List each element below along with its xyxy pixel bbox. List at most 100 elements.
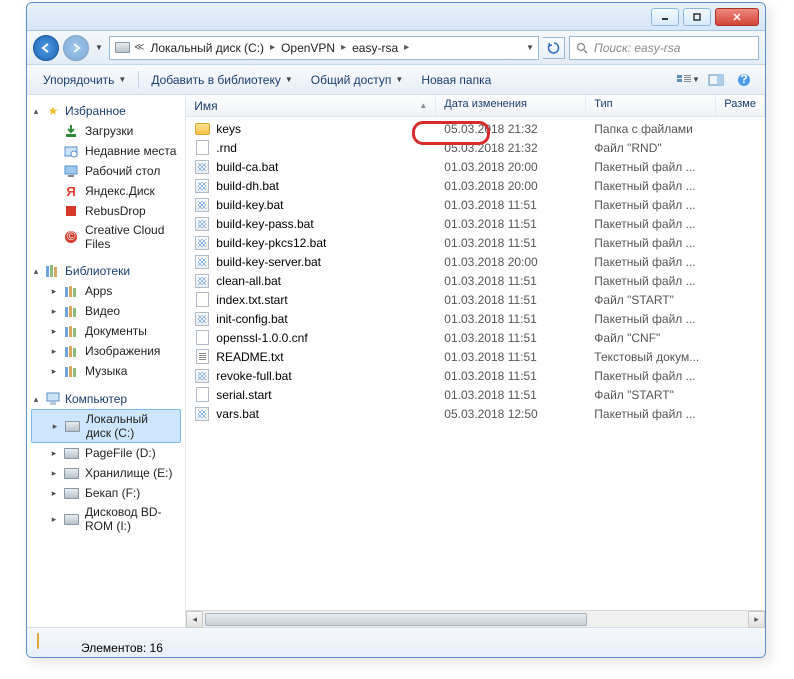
sidebar-favorites-header[interactable]: ▴★Избранное xyxy=(27,101,185,121)
file-type: Пакетный файл ... xyxy=(586,160,716,174)
file-row[interactable]: vars.bat05.03.2018 12:50Пакетный файл ..… xyxy=(186,404,765,423)
sidebar-item[interactable]: ▸Документы xyxy=(27,321,185,341)
sidebar-item[interactable]: ▸Дисковод BD-ROM (I:) xyxy=(27,503,185,535)
sidebar-item-label: Рабочий стол xyxy=(85,164,160,178)
sidebar-item-label: Недавние места xyxy=(85,144,176,158)
file-name: .rnd xyxy=(216,141,237,155)
preview-pane-button[interactable] xyxy=(703,69,729,91)
sidebar-item[interactable]: ▸Хранилище (E:) xyxy=(27,463,185,483)
new-folder-button[interactable]: Новая папка xyxy=(413,70,499,90)
sidebar-item[interactable]: ▸Музыка xyxy=(27,361,185,381)
add-to-library-button[interactable]: Добавить в библиотеку ▼ xyxy=(143,70,300,90)
file-name: README.txt xyxy=(216,350,283,364)
file-row[interactable]: revoke-full.bat01.03.2018 11:51Пакетный … xyxy=(186,366,765,385)
view-options-button[interactable]: ▼ xyxy=(675,69,701,91)
minimize-button[interactable] xyxy=(651,8,679,26)
chevron-right-icon[interactable]: ▸ xyxy=(341,42,346,53)
file-list[interactable]: keys05.03.2018 21:32Папка с файлами.rnd0… xyxy=(186,117,765,610)
file-type: Пакетный файл ... xyxy=(586,407,716,421)
sidebar-item[interactable]: ▸Изображения xyxy=(27,341,185,361)
sidebar-libraries-header[interactable]: ▴Библиотеки xyxy=(27,261,185,281)
file-row[interactable]: build-key.bat01.03.2018 11:51Пакетный фа… xyxy=(186,195,765,214)
sidebar-item[interactable]: ЯЯндекс.Диск xyxy=(27,181,185,201)
breadcrumb-openvpn[interactable]: OpenVPN xyxy=(279,41,337,55)
file-row[interactable]: keys05.03.2018 21:32Папка с файлами xyxy=(186,119,765,138)
search-input[interactable]: Поиск: easy-rsa xyxy=(569,36,759,60)
file-row[interactable]: index.txt.start01.03.2018 11:51Файл "STA… xyxy=(186,290,765,309)
column-size[interactable]: Разме xyxy=(716,95,765,116)
file-type-icon xyxy=(194,387,210,403)
forward-button[interactable] xyxy=(63,35,89,61)
file-row[interactable]: serial.start01.03.2018 11:51Файл "START" xyxy=(186,385,765,404)
back-button[interactable] xyxy=(33,35,59,61)
sidebar-item[interactable]: RebusDrop xyxy=(27,201,185,221)
file-date: 01.03.2018 20:00 xyxy=(436,160,586,174)
sidebar-item[interactable]: ▸PageFile (D:) xyxy=(27,443,185,463)
sidebar-item[interactable]: © Creative Cloud Files xyxy=(27,221,185,253)
sidebar-item[interactable]: Загрузки xyxy=(27,121,185,141)
organize-button[interactable]: Упорядочить ▼ xyxy=(35,70,134,90)
file-name: build-key-pass.bat xyxy=(216,217,313,231)
file-name: keys xyxy=(216,122,241,136)
status-bar: Элементов: 16 xyxy=(27,627,765,658)
recent-icon xyxy=(63,143,79,159)
file-type-icon xyxy=(194,197,210,213)
chevron-right-icon[interactable]: ≪ xyxy=(134,42,144,53)
sidebar-item-label: Локальный диск (C:) xyxy=(86,412,172,440)
chevron-right-icon[interactable]: ▸ xyxy=(270,42,275,53)
sidebar-item[interactable]: ▸Видео xyxy=(27,301,185,321)
close-button[interactable] xyxy=(715,8,759,26)
file-row[interactable]: build-ca.bat01.03.2018 20:00Пакетный фай… xyxy=(186,157,765,176)
file-row[interactable]: build-dh.bat01.03.2018 20:00Пакетный фай… xyxy=(186,176,765,195)
column-name[interactable]: Имя▲ xyxy=(186,95,436,116)
file-date: 01.03.2018 11:51 xyxy=(436,217,586,231)
help-button[interactable]: ? xyxy=(731,69,757,91)
file-row[interactable]: build-key-server.bat01.03.2018 20:00Паке… xyxy=(186,252,765,271)
address-dropdown-icon[interactable]: ▼ xyxy=(526,43,534,52)
drive-icon xyxy=(63,465,79,481)
sidebar-item-label: Изображения xyxy=(85,344,160,358)
maximize-button[interactable] xyxy=(683,8,711,26)
drive-icon xyxy=(63,445,79,461)
svg-text:?: ? xyxy=(740,73,747,86)
file-row[interactable]: build-key-pass.bat01.03.2018 11:51Пакетн… xyxy=(186,214,765,233)
file-name: index.txt.start xyxy=(216,293,287,307)
file-type: Текстовый докум... xyxy=(586,350,716,364)
cc-icon: © xyxy=(63,229,79,245)
refresh-button[interactable] xyxy=(543,37,565,59)
file-row[interactable]: clean-all.bat01.03.2018 11:51Пакетный фа… xyxy=(186,271,765,290)
sidebar-item[interactable]: Рабочий стол xyxy=(27,161,185,181)
file-row[interactable]: openssl-1.0.0.cnf01.03.2018 11:51Файл "C… xyxy=(186,328,765,347)
file-type-icon xyxy=(194,349,210,365)
nav-history-dropdown[interactable]: ▼ xyxy=(93,37,105,59)
scroll-thumb[interactable] xyxy=(205,613,586,626)
scroll-right-button[interactable]: ▸ xyxy=(748,611,765,628)
file-row[interactable]: .rnd05.03.2018 21:32Файл "RND" xyxy=(186,138,765,157)
sidebar-item[interactable]: Недавние места xyxy=(27,141,185,161)
address-bar[interactable]: ≪ Локальный диск (C:) ▸ OpenVPN ▸ easy-r… xyxy=(109,36,539,60)
file-type: Пакетный файл ... xyxy=(586,274,716,288)
share-button[interactable]: Общий доступ ▼ xyxy=(303,70,412,90)
file-row[interactable]: build-key-pkcs12.bat01.03.2018 11:51Паке… xyxy=(186,233,765,252)
file-row[interactable]: init-config.bat01.03.2018 11:51Пакетный … xyxy=(186,309,765,328)
breadcrumb-easyrsa[interactable]: easy-rsa xyxy=(350,41,400,55)
file-date: 01.03.2018 11:51 xyxy=(436,312,586,326)
sidebar-computer-header[interactable]: ▴Компьютер xyxy=(27,389,185,409)
sidebar-item[interactable]: ▸Бекап (F:) xyxy=(27,483,185,503)
sidebar-item-label: Creative Cloud Files xyxy=(85,223,177,251)
column-date[interactable]: Дата изменения xyxy=(436,95,586,116)
breadcrumb-c[interactable]: Локальный диск (C:) xyxy=(148,41,266,55)
library-item-icon xyxy=(63,323,79,339)
desktop-icon xyxy=(63,163,79,179)
file-name: clean-all.bat xyxy=(216,274,281,288)
horizontal-scrollbar[interactable]: ◂ ▸ xyxy=(186,610,765,627)
sidebar-item-label: Яндекс.Диск xyxy=(85,184,155,198)
file-row[interactable]: README.txt01.03.2018 11:51Текстовый доку… xyxy=(186,347,765,366)
chevron-right-icon[interactable]: ▸ xyxy=(404,42,409,53)
scroll-left-button[interactable]: ◂ xyxy=(186,611,203,628)
column-type[interactable]: Тип xyxy=(586,95,716,116)
svg-text:©: © xyxy=(67,230,76,243)
sidebar-item-label: Дисковод BD-ROM (I:) xyxy=(85,505,177,533)
sidebar-item[interactable]: ▸Локальный диск (C:) xyxy=(31,409,181,443)
sidebar-item[interactable]: ▸Apps xyxy=(27,281,185,301)
